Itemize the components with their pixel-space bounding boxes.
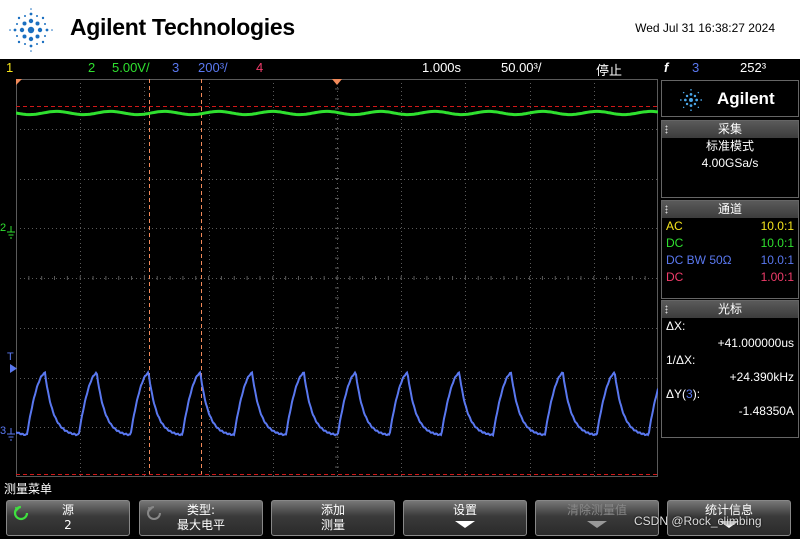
channel-box[interactable]: 通道 AC 10.0:1 DC 10.0:1 DC BW 50Ω 10.0:1 DC 1… [661,200,799,299]
agilent-spark-icon [679,88,703,112]
softkey-bar: 测量菜单 源 2 类型: 最大电平 添加 测量 设置 清除测量值 统计信息 [0,478,800,539]
rotate-knob-icon [147,506,161,520]
trigger-position-marker [332,79,342,85]
delta-x-label: ΔX: [666,319,686,333]
add-measurement-softkey[interactable]: 添加 测量 [271,500,395,536]
settings-softkey[interactable]: 设置 [403,500,527,536]
trigger-arrow-icon [10,364,17,373]
acquisition-title: 采集 [717,122,742,136]
ch3-coupling: DC BW 50Ω [666,253,732,267]
channel-4-row: DC 1.00:1 [662,269,798,286]
source-softkey[interactable]: 源 2 [6,500,130,536]
agilent-spark-logo [9,8,53,52]
delta-y-prefix: ΔY( [666,387,687,401]
watermark-text: CSDN @Rock_climbing [634,514,762,528]
ch3-ground-icon [7,428,15,441]
delta-y-value: -1.48350A [738,404,794,418]
trigger-edge-icon: f [664,60,669,75]
cursor-title: 光标 [717,302,742,316]
oscilloscope-screen: Agilent Technologies Wed Jul 31 16:38:27… [0,0,800,539]
brand-title: Agilent Technologies [70,14,295,40]
delta-y-channel: 3 [686,387,693,401]
ch1-probe: 10.0:1 [760,219,794,233]
delta-y-label: ΔY(3): [662,386,798,403]
menu-title: 测量菜单 [4,482,53,496]
add-label-line2: 测量 [320,518,345,532]
info-panel: Agilent 采集 标准模式 4.00GSa/s 通道 AC 10.0:1 DC… [660,79,800,477]
ch4-indicator[interactable]: 4 [256,60,263,75]
trigger-level-marker[interactable]: T [7,352,14,363]
time-position: 1.000s [422,60,462,75]
panel-brand-name: Agilent [717,89,775,108]
ch3-indicator[interactable]: 3 [172,60,179,75]
channel-header: 通道 [662,201,798,218]
ch4-probe: 1.00:1 [760,270,794,284]
acquisition-header: 采集 [662,121,798,138]
cursor-header: 光标 [662,301,798,318]
channel-status-bar: 1 2 5.00V/ 3 200³/ 4 1.000s 50.00³/ 停止 f… [0,59,800,78]
submenu-arrow-icon [587,521,607,528]
ch3-scale: 200³/ [198,60,228,75]
ch2-trace [16,109,658,117]
cursor-box[interactable]: 光标 ΔX: +41.000000us 1/ΔX: +24.390kHz ΔY(… [661,300,799,438]
add-label: 添加 [320,503,345,517]
ch2-coupling: DC [666,236,684,250]
waveform-display[interactable] [16,79,658,477]
submenu-arrow-icon [455,521,475,528]
trigger-channel: 3 [692,60,700,75]
channel-3-row: DC BW 50Ω 10.0:1 [662,252,798,269]
ch3-probe: 10.0:1 [760,253,794,267]
delta-x-value: +41.000000us [717,336,794,350]
run-state: 停止 [596,63,623,78]
settings-label: 设置 [452,503,477,517]
type-softkey[interactable]: 类型: 最大电平 [139,500,263,536]
inverse-delta-x-value: +24.390kHz [729,370,794,384]
channel-1-row: AC 10.0:1 [662,218,798,235]
ch1-coupling: AC [666,219,683,233]
panel-brand: Agilent [661,80,799,117]
channel-2-row: DC 10.0:1 [662,235,798,252]
ch2-probe: 10.0:1 [760,236,794,250]
ch4-coupling: DC [666,270,684,284]
header-bar: Agilent Technologies Wed Jul 31 16:38:27… [0,0,800,59]
acquisition-mode: 标准模式 [705,139,754,153]
channel-title: 通道 [717,202,742,216]
acquisition-box[interactable]: 采集 标准模式 4.00GSa/s [661,120,799,198]
graticule [16,79,658,477]
ch2-scale: 5.00V/ [112,60,150,75]
ch1-indicator[interactable]: 1 [6,60,13,75]
rotate-knob-icon [13,505,29,521]
delta-y-suffix: ): [692,387,701,401]
ch2-ground-icon [7,226,15,239]
ch2-indicator[interactable]: 2 [88,60,95,75]
datetime-readout: Wed Jul 31 16:38:27 2024 [635,21,775,35]
trigger-level: 252³ [740,60,767,75]
acquisition-rate: 4.00GSa/s [701,156,759,170]
time-scale: 50.00³/ [501,60,542,75]
waveform-canvas [16,79,658,477]
inverse-delta-x-label: 1/ΔX: [666,353,696,367]
